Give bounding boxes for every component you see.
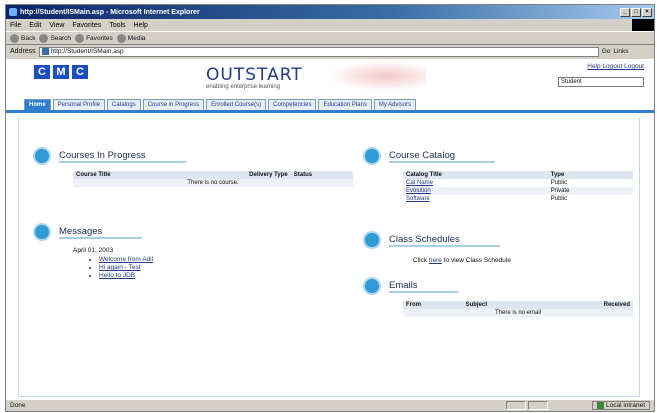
toolbar: Back Search Favorites Media xyxy=(6,31,654,45)
tab-home[interactable]: Home xyxy=(24,99,51,110)
tab-education-plans[interactable]: Education Plans xyxy=(318,99,372,110)
menu-bar: File Edit View Favorites Tools Help xyxy=(6,19,654,31)
email-icon xyxy=(363,277,381,295)
status-text: Done xyxy=(10,402,26,409)
intranet-icon xyxy=(596,402,604,409)
catalog-table: Catalog Title Type Cat Name Public Evolu… xyxy=(403,171,633,203)
schedule-here-link[interactable]: here xyxy=(429,257,442,264)
schedule-icon xyxy=(363,231,381,249)
catalog-link[interactable]: Software xyxy=(406,196,430,202)
page-icon xyxy=(41,48,49,55)
table-row: Evolution Private xyxy=(403,187,633,195)
courses-icon xyxy=(33,147,51,165)
tab-enrolled-courses[interactable]: Enrolled Course(s) xyxy=(206,99,267,110)
close-button[interactable]: × xyxy=(642,7,652,17)
schedules-title: Class Schedules xyxy=(389,234,500,247)
page-content: C M C OUTSTART enabling enterprise learn… xyxy=(6,59,654,401)
home-panel: Courses In Progress Course Title Deliver… xyxy=(18,117,640,397)
courses-table: Course Title Delivery Type Status There … xyxy=(73,171,353,187)
catalog-title: Course Catalog xyxy=(389,150,496,163)
status-segment xyxy=(527,401,548,410)
col-course-title: Course Title xyxy=(73,171,177,179)
menu-edit[interactable]: Edit xyxy=(29,22,41,29)
address-bar: Address http://Student/ISMain.asp Go Lin… xyxy=(6,45,654,58)
emails-section: Emails From Subject Received There is no… xyxy=(363,277,633,317)
catalog-icon xyxy=(363,147,381,165)
menu-help[interactable]: Help xyxy=(134,22,148,29)
windows-logo-icon xyxy=(632,19,654,31)
links-button[interactable]: Links xyxy=(613,48,628,55)
search-button[interactable]: Search xyxy=(39,33,71,43)
courses-empty: There is no course. xyxy=(73,179,353,187)
catalog-link[interactable]: Evolution xyxy=(406,188,431,194)
message-link[interactable]: Hello to JDB xyxy=(99,272,333,280)
go-button[interactable]: Go xyxy=(602,48,611,55)
menu-tools[interactable]: Tools xyxy=(109,22,125,29)
status-bar: Done Local intranet xyxy=(6,399,654,411)
col-received: Received xyxy=(541,301,633,309)
col-from: From xyxy=(403,301,463,309)
cmc-logo: C M C xyxy=(34,65,88,79)
messages-section: Messages April 01, 2003 Welcome from Adi… xyxy=(33,223,333,280)
messages-title: Messages xyxy=(59,226,143,239)
outstart-logo: OUTSTART xyxy=(206,65,303,85)
table-row: Software Public xyxy=(406,196,568,202)
messages-icon xyxy=(33,223,51,241)
user-select[interactable]: Student xyxy=(558,77,644,87)
nav-tabs: Home Personal Profile Catalogs Course in… xyxy=(24,99,417,110)
window-title: http://Student/ISMain.asp - Microsoft In… xyxy=(20,8,200,16)
menu-favorites[interactable]: Favorites xyxy=(72,22,101,29)
status-segment xyxy=(505,401,526,410)
message-link[interactable]: Welcome from Adil xyxy=(99,256,333,264)
emails-table: From Subject Received There is no email xyxy=(403,301,633,317)
class-schedules-section: Class Schedules Click here to view Class… xyxy=(363,231,633,264)
minimize-button[interactable]: _ xyxy=(620,7,630,17)
site-header: C M C OUTSTART enabling enterprise learn… xyxy=(6,59,654,99)
courses-in-progress-section: Courses In Progress Course Title Deliver… xyxy=(33,147,353,187)
message-link[interactable]: Hi again - Test xyxy=(99,264,333,272)
col-catalog-title: Catalog Title xyxy=(403,171,548,179)
tagline: enabling enterprise learning xyxy=(206,84,281,90)
tab-catalogs[interactable]: Catalogs xyxy=(107,99,141,110)
header-decoration xyxy=(326,61,426,91)
top-links[interactable]: Help Logout Logout xyxy=(587,63,644,70)
tab-competencies[interactable]: Competencies xyxy=(268,99,317,110)
favorites-button[interactable]: Favorites xyxy=(75,33,113,43)
back-button[interactable]: Back xyxy=(10,33,35,43)
search-icon xyxy=(39,33,49,43)
tab-my-advisors[interactable]: My Advisors xyxy=(373,99,417,110)
ie-icon xyxy=(9,8,17,16)
schedules-text: Click here to view Class Schedule xyxy=(413,257,511,264)
menu-view[interactable]: View xyxy=(49,22,64,29)
address-label: Address xyxy=(10,48,36,55)
courses-title: Courses In Progress xyxy=(59,150,186,163)
tab-personal-profile[interactable]: Personal Profile xyxy=(52,99,106,110)
tab-course-in-progress[interactable]: Course in Progress xyxy=(142,99,205,110)
media-button[interactable]: Media xyxy=(116,33,146,43)
back-arrow-icon xyxy=(10,33,19,43)
media-icon xyxy=(116,33,126,43)
browser-window: http://Student/ISMain.asp - Microsoft In… xyxy=(5,4,655,412)
zone-indicator: Local intranet xyxy=(591,401,650,410)
menu-file[interactable]: File xyxy=(10,22,21,29)
col-subject: Subject xyxy=(462,301,542,309)
col-status: Status xyxy=(290,171,353,179)
course-catalog-section: Course Catalog Catalog Title Type Cat Na… xyxy=(363,147,633,203)
messages-date: April 01, 2003 xyxy=(73,247,114,254)
title-bar: http://Student/ISMain.asp - Microsoft In… xyxy=(6,5,654,19)
col-delivery-type: Delivery Type xyxy=(176,171,291,179)
emails-title: Emails xyxy=(389,280,458,293)
maximize-button[interactable]: □ xyxy=(631,7,641,17)
col-type: Type xyxy=(547,171,633,179)
emails-empty: There is no email xyxy=(403,309,633,317)
catalog-link[interactable]: Cat Name xyxy=(406,180,433,186)
address-input[interactable]: http://Student/ISMain.asp xyxy=(38,46,599,57)
star-icon xyxy=(75,33,85,43)
tab-underline xyxy=(6,110,654,113)
table-row: Cat Name Public xyxy=(406,180,568,186)
